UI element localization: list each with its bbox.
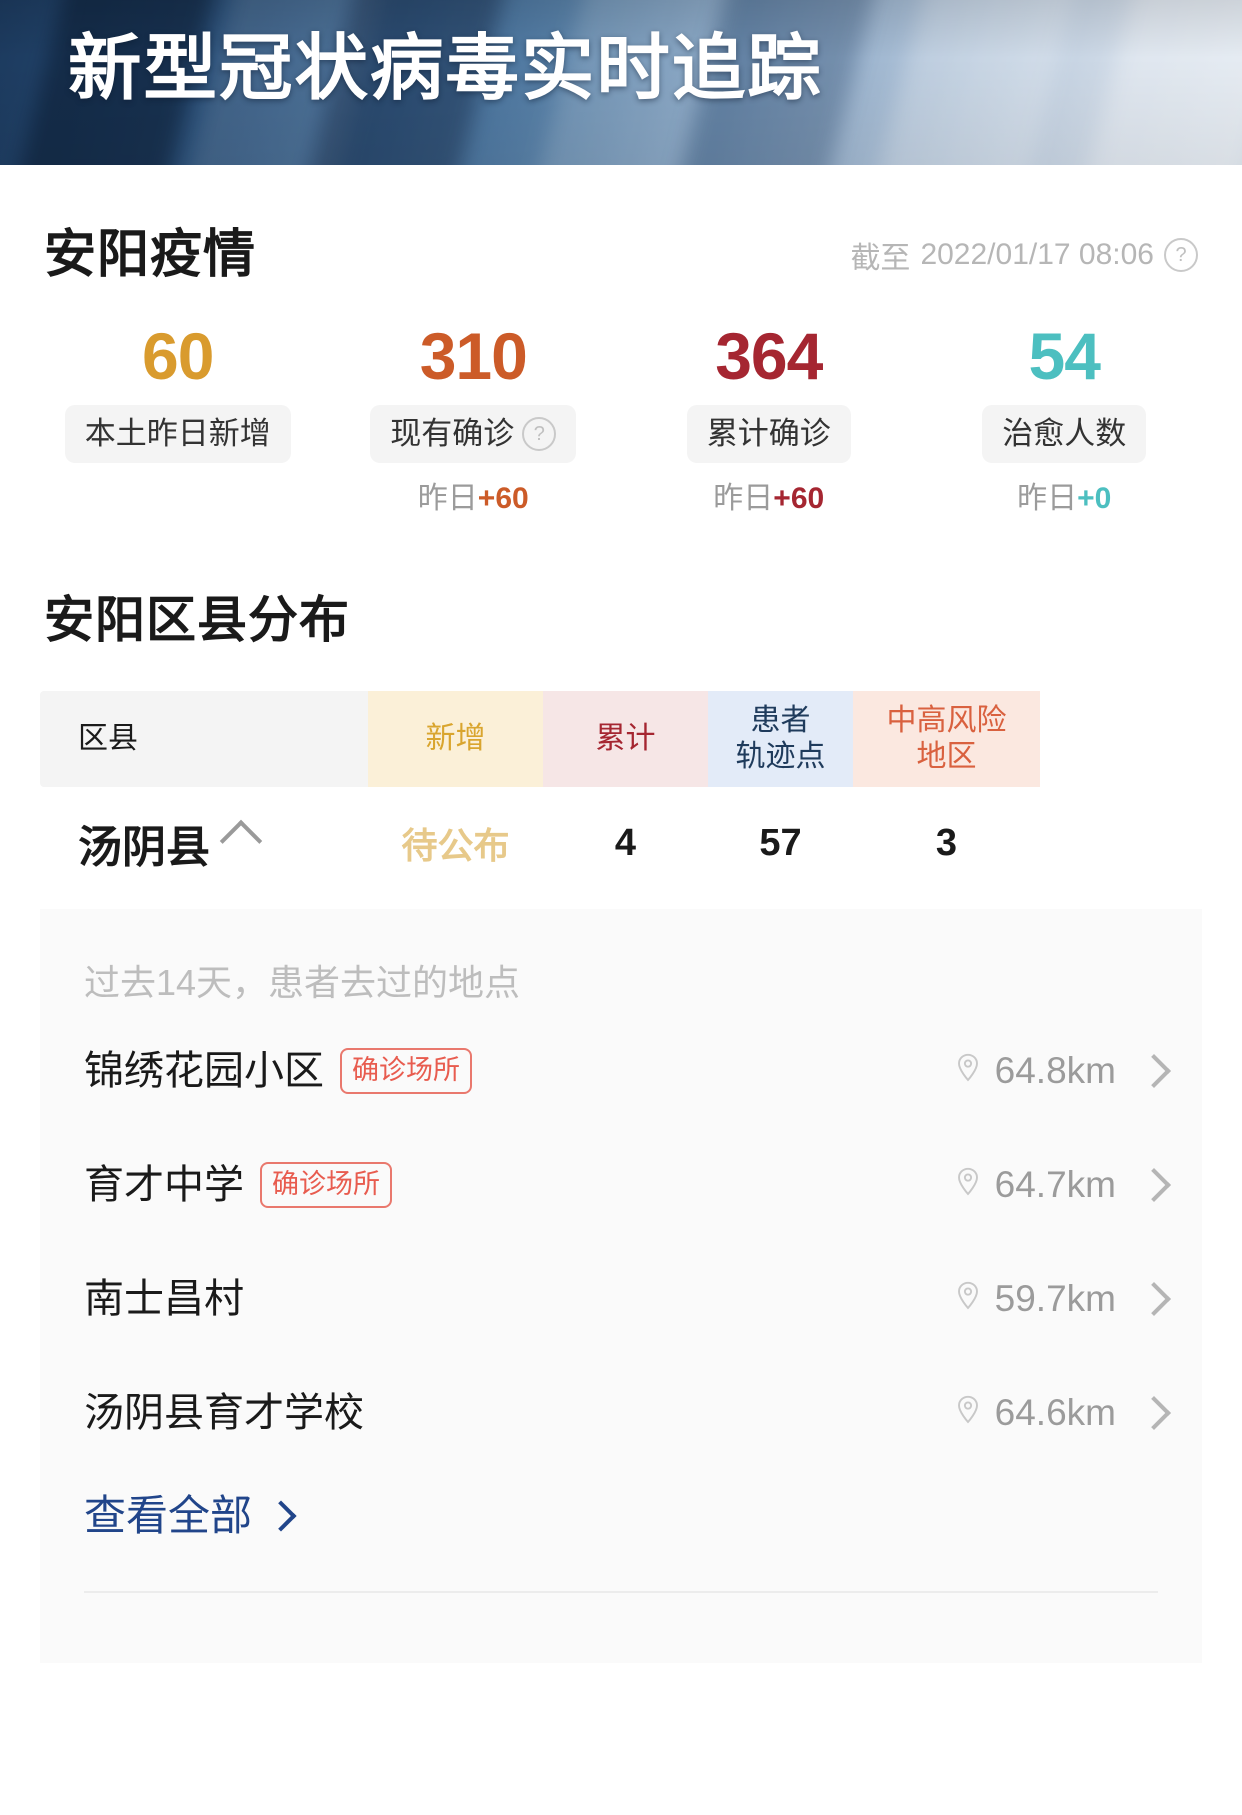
stat-label: 治愈人数 — [982, 405, 1147, 463]
stat-card-total-confirmed: 364 累计确诊 昨日+60 — [621, 321, 917, 515]
updated-prefix: 截至 — [850, 242, 911, 275]
stat-label-text: 累计确诊 — [706, 416, 831, 451]
column-header-label: 区县 — [78, 722, 138, 755]
distance-value: 59.7km — [994, 1278, 1116, 1319]
status-badge: 确诊场所 — [260, 1162, 392, 1208]
column-header-label-multiline: 中高风险 地区 — [887, 703, 1007, 775]
chevron-right-icon[interactable] — [1137, 1054, 1171, 1088]
panel-spacer — [40, 1593, 1202, 1663]
page-banner: 新型冠状病毒实时追踪 — [0, 0, 1242, 165]
district-name-label: 汤阴县 — [78, 823, 210, 872]
column-header-track-points: 患者 轨迹点 — [708, 691, 853, 787]
chevron-right-icon[interactable] — [1137, 1396, 1171, 1430]
map-pin-icon — [957, 1395, 978, 1424]
stat-delta-value: +60 — [773, 482, 825, 515]
updated-timestamp: 截至 2022/01/17 08:06 ? — [850, 233, 1198, 283]
stat-label: 累计确诊 — [686, 405, 851, 463]
table-header-row: 区县 新增 累计 患者 轨迹点 中高风险 地区 — [40, 691, 1202, 787]
column-header-total: 累计 — [543, 691, 708, 787]
column-header-line1: 中高风险 — [886, 704, 1007, 737]
overview-header: 安阳疫情 截至 2022/01/17 08:06 ? — [0, 165, 1242, 283]
district-table: 区县 新增 累计 患者 轨迹点 中高风险 地区 汤阴县 待公布 4 57 3 — [0, 647, 1242, 899]
banner-title: 新型冠状病毒实时追踪 — [68, 26, 823, 110]
stat-delta: 昨日+60 — [713, 483, 824, 515]
map-pin-icon — [957, 1167, 978, 1196]
district-section-title: 安阳区县分布 — [44, 592, 350, 648]
page-title: 安阳疫情 — [44, 226, 257, 284]
column-header-line2: 地区 — [916, 740, 977, 773]
view-all-label: 查看全部 — [84, 1492, 253, 1539]
place-name: 锦绣花园小区 — [84, 1049, 324, 1093]
stat-label-text: 现有确诊 — [390, 416, 515, 451]
stat-value: 364 — [715, 319, 823, 393]
column-header-label-multiline: 患者 轨迹点 — [736, 703, 826, 775]
stats-row: 60 本土昨日新增 310 现有确诊 ? 昨日+60 364 累计确诊 昨日+6… — [0, 283, 1242, 515]
stat-delta-value: +60 — [477, 482, 529, 515]
map-pin-icon — [957, 1053, 978, 1082]
chevron-right-icon[interactable] — [1137, 1168, 1171, 1202]
stat-delta-prefix: 昨日 — [713, 482, 774, 515]
stat-delta: 昨日+0 — [1017, 483, 1111, 515]
cell-new-cases: 待公布 — [401, 825, 510, 866]
district-detail-panel: 过去14天，患者去过的地点 锦绣花园小区 确诊场所 64.8km 育才中学 确诊… — [40, 909, 1202, 1663]
table-row[interactable]: 汤阴县 待公布 4 57 3 — [40, 787, 1202, 899]
chevron-right-icon[interactable] — [1137, 1282, 1171, 1316]
stat-delta: 昨日+60 — [418, 483, 529, 515]
column-header-label: 新增 — [425, 722, 486, 755]
stat-delta-prefix: 昨日 — [417, 482, 478, 515]
stat-label: 本土昨日新增 — [64, 405, 291, 463]
stat-card-recovered: 54 治愈人数 昨日+0 — [917, 321, 1213, 515]
question-circle-icon[interactable]: ? — [522, 417, 557, 451]
distance-value: 64.6km — [994, 1392, 1116, 1433]
cell-total: 4 — [614, 821, 637, 864]
stat-value: 310 — [419, 319, 528, 393]
column-header-line2: 轨迹点 — [735, 740, 826, 773]
column-header-line1: 患者 — [750, 704, 811, 737]
list-item[interactable]: 汤阴县育才学校 64.6km — [40, 1367, 1202, 1459]
question-circle-icon[interactable]: ? — [1164, 238, 1198, 272]
stat-delta-prefix: 昨日 — [1017, 482, 1078, 515]
place-distance: 64.6km — [953, 1392, 1171, 1434]
updated-value: 2022/01/17 08:06 — [920, 238, 1154, 271]
detail-heading: 过去14天，患者去过的地点 — [84, 962, 521, 1003]
place-distance: 59.7km — [953, 1278, 1171, 1320]
stat-value: 54 — [1028, 319, 1101, 393]
place-name: 南士昌村 — [84, 1277, 244, 1321]
view-all-link[interactable]: 查看全部 — [40, 1459, 1202, 1539]
list-item[interactable]: 育才中学 确诊场所 64.7km — [40, 1139, 1202, 1231]
column-header-district: 区县 — [40, 691, 368, 787]
stat-card-current-confirmed: 310 现有确诊 ? 昨日+60 — [326, 321, 622, 515]
list-item[interactable]: 南士昌村 59.7km — [40, 1253, 1202, 1345]
page-content: 安阳疫情 截至 2022/01/17 08:06 ? 60 本土昨日新增 310… — [0, 165, 1242, 1663]
cell-district-name[interactable]: 汤阴县 — [40, 811, 368, 875]
cell-track-points: 57 — [759, 821, 802, 864]
stat-value: 60 — [142, 319, 214, 393]
column-header-label: 累计 — [595, 722, 656, 755]
map-pin-icon — [957, 1281, 978, 1310]
column-header-new: 新增 — [368, 691, 543, 787]
place-distance: 64.8km — [953, 1050, 1171, 1092]
stat-label-text: 本土昨日新增 — [84, 416, 271, 451]
stat-label: 现有确诊 ? — [370, 405, 577, 463]
distance-value: 64.7km — [994, 1164, 1116, 1205]
status-badge: 确诊场所 — [340, 1048, 472, 1094]
place-name: 育才中学 — [84, 1163, 244, 1207]
chevron-right-icon — [265, 1500, 297, 1532]
stat-label-text: 治愈人数 — [1002, 416, 1127, 451]
place-distance: 64.7km — [953, 1164, 1171, 1206]
column-header-risk-areas: 中高风险 地区 — [853, 691, 1040, 787]
distance-value: 64.8km — [994, 1050, 1116, 1091]
cell-risk-areas: 3 — [935, 821, 958, 864]
stat-card-local-new: 60 本土昨日新增 — [30, 321, 326, 515]
chevron-up-icon[interactable] — [219, 819, 263, 863]
list-item[interactable]: 锦绣花园小区 确诊场所 64.8km — [40, 1025, 1202, 1117]
stat-delta-value: +0 — [1077, 482, 1112, 515]
place-name: 汤阴县育才学校 — [84, 1391, 364, 1435]
